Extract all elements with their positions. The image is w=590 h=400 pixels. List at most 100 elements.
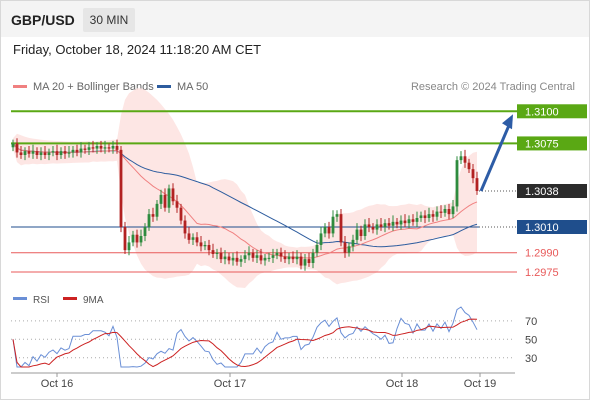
candle-body [291, 256, 295, 260]
candle-body [207, 245, 211, 251]
candle-body [95, 146, 99, 149]
candle-body [423, 215, 427, 218]
candle-body [327, 227, 331, 234]
candle-body [331, 216, 335, 234]
candle-body [107, 147, 111, 149]
candle-body [267, 257, 271, 259]
candle-body [175, 201, 179, 208]
candle-body [375, 224, 379, 230]
candle-body [431, 214, 435, 217]
candle-body [47, 152, 51, 155]
candle-body [203, 245, 207, 247]
rsi-ma-line [12, 318, 478, 368]
candle-body [347, 246, 351, 253]
candle-body [387, 223, 391, 226]
price-chart-svg: 1.3100 1.3075 1.3038 1.3010 1.2990 1.2975 RSI… [11, 88, 587, 390]
x-tick-label: Oct 17 [214, 378, 246, 390]
candle-body [339, 214, 343, 243]
candle-body [67, 152, 71, 154]
candle-body [143, 227, 147, 236]
forecast-arrow-layer [479, 114, 513, 192]
candle-body [127, 242, 131, 251]
candle-body [23, 151, 27, 155]
candle-body [171, 188, 175, 202]
rsi-tick-50: 50 [525, 334, 537, 346]
candle-body [71, 149, 75, 153]
x-tick-label: Oct 16 [41, 378, 73, 390]
candle-body [123, 227, 127, 251]
pivot-label: 1.3010 [525, 222, 559, 234]
candle-body [11, 143, 15, 148]
x-axis: Oct 16 Oct 17 Oct 18 Oct 19 [11, 372, 515, 390]
candle-body [223, 256, 227, 260]
candle-body [27, 151, 31, 154]
candle-body [159, 194, 163, 204]
candle-body [195, 237, 199, 243]
candle-body [471, 169, 475, 179]
candle-body [75, 149, 79, 153]
candle-body [19, 152, 23, 155]
candle-body [119, 149, 123, 227]
candle-body [59, 151, 63, 155]
candle-body [459, 156, 463, 161]
candle-body [287, 256, 291, 260]
candle-body [115, 146, 119, 150]
legend-swatch-9ma [63, 297, 77, 300]
candle-body [367, 224, 371, 227]
candle-body [295, 256, 299, 260]
candle-body [191, 237, 195, 240]
candle-body [439, 211, 443, 213]
candle-body [359, 229, 363, 236]
candle-body [415, 218, 419, 222]
candle-body [323, 227, 327, 234]
candle-body [319, 233, 323, 245]
candle-body [51, 151, 55, 153]
candle-body [43, 152, 47, 155]
candle-body [427, 214, 431, 218]
support-1-label: 1.2990 [525, 248, 559, 260]
candle-body [187, 233, 191, 240]
candle-body [91, 147, 95, 149]
candle-body [379, 224, 383, 227]
candle-body [63, 151, 67, 154]
candle-body [103, 147, 107, 149]
candle-body [255, 255, 259, 258]
candle-body [399, 220, 403, 225]
support-2-label: 1.2975 [525, 267, 559, 279]
candle-body [235, 257, 239, 262]
candle-body [167, 188, 171, 208]
chart-container: GBP/USD 30 MIN Friday, October 18, 2024 … [0, 0, 590, 400]
legend-9ma-label: 9MA [83, 295, 104, 306]
candle-body [199, 242, 203, 247]
candle-body [271, 255, 275, 258]
candle-body [455, 160, 459, 207]
legend-swatch-rsi [13, 297, 27, 300]
candle-body [135, 234, 139, 243]
x-tick-label: Oct 19 [464, 378, 496, 390]
candle-body [447, 209, 451, 215]
candle-body [303, 259, 307, 266]
candle-body [463, 156, 467, 163]
candle-body [155, 203, 159, 217]
current-label: 1.3038 [525, 186, 559, 198]
resistance-2-label: 1.3100 [525, 106, 559, 118]
rsi-panel: RSI 9MA 30 50 70 [11, 295, 537, 368]
candle-body [227, 256, 231, 261]
candle-body [383, 223, 387, 227]
candle-body [215, 252, 219, 254]
candle-body [395, 221, 399, 225]
candle-body [15, 143, 19, 153]
candle-body [111, 146, 115, 149]
candle-body [183, 220, 187, 234]
candle-body [283, 256, 287, 260]
candle-body [275, 252, 279, 256]
candle-body [35, 151, 39, 155]
candle-body [131, 234, 135, 243]
candle-body [403, 220, 407, 224]
candle-body [251, 252, 255, 258]
candle-body [315, 245, 319, 253]
candle-body [139, 236, 143, 243]
forecast-arrow-shaft [479, 124, 511, 192]
candle-body [99, 146, 103, 149]
candle-body [467, 162, 471, 170]
